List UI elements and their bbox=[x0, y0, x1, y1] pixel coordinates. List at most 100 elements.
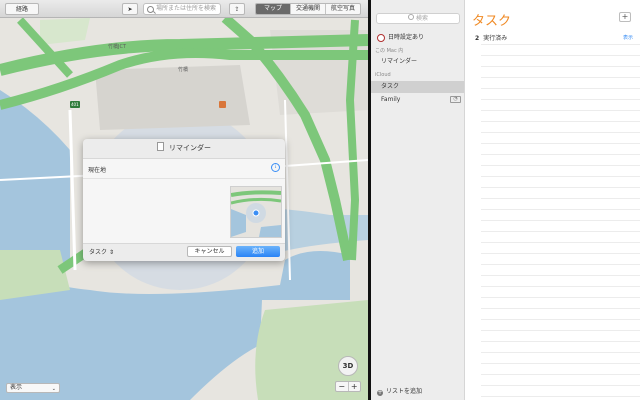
reminder-dialog: リマインダー 現在地 i タスク ⇕ キャンセル 追加 bbox=[83, 139, 285, 261]
maps-toolbar: 経路 ➤ 場所または住所を検索 ⇪ マップ 交通機関 航空写真 bbox=[0, 0, 368, 18]
plus-icon: + bbox=[621, 12, 629, 21]
reminders-window: 検索 日時設定あり この Mac 内 リマインダー iCloud タスク Fam… bbox=[371, 0, 640, 400]
add-reminder-button[interactable]: + bbox=[619, 12, 631, 22]
zoom-out-button[interactable]: − bbox=[336, 382, 349, 391]
info-icon[interactable]: i bbox=[271, 163, 280, 172]
empty-row-rule bbox=[481, 66, 640, 67]
route-button[interactable]: 経路 bbox=[5, 3, 39, 15]
sidebar-item-label: 日時設定あり bbox=[388, 34, 425, 41]
document-icon bbox=[157, 142, 164, 151]
empty-row-rule bbox=[481, 308, 640, 309]
completed-label: 実行済み bbox=[483, 35, 508, 42]
search-icon bbox=[147, 6, 154, 13]
empty-row-rule bbox=[481, 209, 640, 210]
section-header-icloud: iCloud bbox=[375, 72, 391, 78]
dialog-footer: タスク ⇕ キャンセル 追加 bbox=[83, 243, 285, 261]
completed-summary: 2 実行済み bbox=[475, 33, 507, 42]
list-title: タスク bbox=[472, 14, 512, 29]
maps-window: 竹橋JCT 竹橋 401 経路 ➤ 場所または住所を検索 ⇪ マップ 交通機関 … bbox=[0, 0, 368, 400]
empty-row-rule bbox=[481, 275, 640, 276]
reminders-list-pane: タスク + 2 実行済み 表示 bbox=[465, 0, 640, 400]
empty-row-rule bbox=[481, 110, 640, 111]
search-icon bbox=[407, 14, 414, 20]
share-icon: ⇪ bbox=[234, 6, 240, 13]
list-popup[interactable]: タスク ⇕ bbox=[89, 247, 114, 256]
sidebar-item-label: Family bbox=[381, 96, 401, 103]
empty-row-rule bbox=[481, 44, 640, 45]
add-button[interactable]: 追加 bbox=[236, 246, 280, 257]
dialog-body: 現在地 i bbox=[83, 158, 285, 244]
empty-row-rule bbox=[481, 286, 640, 287]
sidebar-item-label: リマインダー bbox=[381, 58, 418, 65]
show-completed-link[interactable]: 表示 bbox=[623, 34, 633, 41]
empty-row-rule bbox=[481, 363, 640, 364]
sidebar-item-scheduled[interactable]: 日時設定あり bbox=[371, 32, 464, 44]
display-select-value: 表示 bbox=[10, 384, 23, 391]
completed-count: 2 bbox=[475, 35, 480, 42]
display-select[interactable]: 表示 ⌄ bbox=[6, 383, 60, 393]
empty-row-rule bbox=[481, 319, 640, 320]
sidebar-item-family[interactable]: Family ◔ bbox=[371, 94, 464, 106]
empty-row-rule bbox=[481, 165, 640, 166]
map-label-area: 竹橋 bbox=[178, 67, 189, 73]
empty-row-rule bbox=[481, 121, 640, 122]
map-label-junction: 竹橋JCT bbox=[108, 44, 127, 50]
list-popup-value: タスク bbox=[89, 249, 108, 256]
zoom-control: − + bbox=[335, 381, 361, 392]
location-arrow-icon: ➤ bbox=[127, 6, 133, 13]
add-list-button[interactable]: + リストを追加 bbox=[377, 386, 422, 396]
empty-row-rule bbox=[481, 55, 640, 56]
empty-row-rule bbox=[481, 220, 640, 221]
map-thumbnail bbox=[230, 186, 282, 238]
sidebar-item-tasks[interactable]: タスク bbox=[371, 81, 464, 93]
zoom-in-button[interactable]: + bbox=[349, 382, 361, 391]
route-shield-label: 401 bbox=[71, 102, 79, 107]
section-header-mac: この Mac 内 bbox=[375, 48, 404, 54]
updown-chevron-icon: ⇕ bbox=[108, 249, 114, 256]
dialog-title: リマインダー bbox=[169, 144, 211, 152]
empty-row-rule bbox=[481, 77, 640, 78]
sidebar-item-reminders[interactable]: リマインダー bbox=[371, 56, 464, 68]
search-input[interactable]: 場所または住所を検索 bbox=[143, 3, 221, 15]
mode-transit[interactable]: 交通機関 bbox=[290, 4, 325, 14]
sidebar-item-label: タスク bbox=[381, 83, 400, 90]
empty-row-rule bbox=[481, 143, 640, 144]
empty-row-rule bbox=[481, 231, 640, 232]
shared-list-icon: ◔ bbox=[450, 96, 461, 103]
empty-row-rule bbox=[481, 154, 640, 155]
empty-row-rule bbox=[481, 176, 640, 177]
empty-row-rule bbox=[481, 99, 640, 100]
empty-row-rule bbox=[481, 385, 640, 386]
reminders-search-placeholder: 検索 bbox=[415, 15, 428, 22]
empty-row-rule bbox=[481, 242, 640, 243]
empty-row-rule bbox=[481, 253, 640, 254]
search-placeholder: 場所または住所を検索 bbox=[156, 5, 217, 12]
chevron-down-icon: ⌄ bbox=[51, 386, 56, 392]
empty-row-rule bbox=[481, 187, 640, 188]
reminders-search-input[interactable]: 検索 bbox=[376, 13, 460, 24]
reminders-sidebar: 検索 日時設定あり この Mac 内 リマインダー iCloud タスク Fam… bbox=[371, 0, 465, 400]
mode-map[interactable]: マップ bbox=[256, 4, 290, 14]
3d-button[interactable]: 3D bbox=[338, 356, 358, 376]
empty-row-rule bbox=[481, 374, 640, 375]
add-list-label: リストを追加 bbox=[386, 388, 423, 395]
location-arrow-button[interactable]: ➤ bbox=[122, 3, 138, 15]
alarm-clock-icon bbox=[377, 34, 385, 42]
empty-row-rule bbox=[481, 198, 640, 199]
empty-row-rule bbox=[481, 297, 640, 298]
location-label: 現在地 bbox=[88, 167, 107, 174]
empty-row-rule bbox=[481, 341, 640, 342]
mode-satellite[interactable]: 航空写真 bbox=[325, 4, 360, 14]
empty-row-rule bbox=[481, 264, 640, 265]
empty-row-rule bbox=[481, 330, 640, 331]
empty-row-rule bbox=[481, 396, 640, 397]
cancel-button[interactable]: キャンセル bbox=[187, 246, 232, 257]
empty-row-rule bbox=[481, 352, 640, 353]
empty-row-rule bbox=[481, 132, 640, 133]
share-button[interactable]: ⇪ bbox=[229, 3, 245, 15]
map-mode-segmented-control: マップ 交通機関 航空写真 bbox=[255, 3, 361, 15]
empty-row-rule bbox=[481, 88, 640, 89]
dialog-title-bar: リマインダー bbox=[83, 139, 285, 158]
plus-circle-icon: + bbox=[377, 389, 383, 396]
dialog-divider bbox=[83, 178, 285, 179]
